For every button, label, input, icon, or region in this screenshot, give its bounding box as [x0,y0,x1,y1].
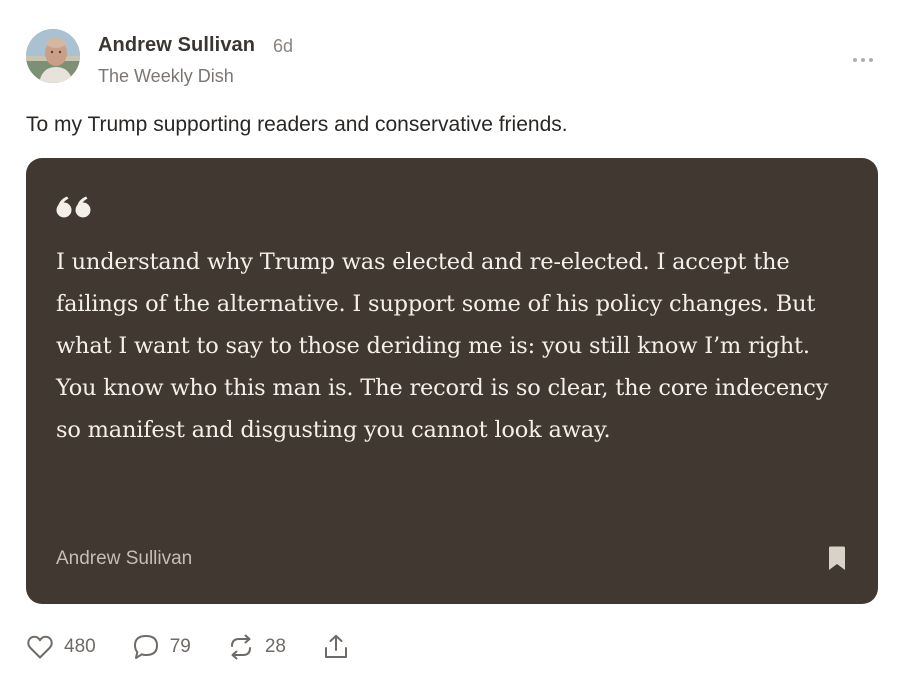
like-count: 480 [64,636,96,657]
author-avatar[interactable] [26,29,80,83]
restack-button[interactable]: 28 [227,633,286,661]
more-options-icon [853,58,873,62]
more-options-button[interactable] [850,50,876,70]
post-actions: 480 79 28 [26,630,386,664]
avatar-photo [26,29,80,83]
author-name[interactable]: Andrew Sullivan [98,34,255,57]
heart-icon [27,635,53,659]
quote-card[interactable]: I understand why Trump was elected and r… [26,158,878,604]
share-icon [324,634,347,658]
comment-count: 79 [169,636,191,657]
publication-name[interactable]: The Weekly Dish [98,66,234,87]
quote-attribution[interactable]: Andrew Sullivan [56,548,192,570]
quote-mark-icon [56,196,91,218]
post-text: To my Trump supporting readers and conse… [26,113,568,136]
bookmark-button[interactable] [825,545,849,573]
restack-count: 28 [264,636,286,657]
comment-icon [133,635,158,659]
bookmark-icon [829,546,845,570]
comment-button[interactable]: 79 [132,633,191,661]
post-timestamp[interactable]: 6d [273,36,293,57]
quote-body: I understand why Trump was elected and r… [56,249,829,443]
post-card: Andrew Sullivan 6d The Weekly Dish To my… [0,0,899,686]
restack-icon [230,634,251,660]
share-button[interactable] [322,633,350,661]
like-button[interactable]: 480 [26,634,96,660]
